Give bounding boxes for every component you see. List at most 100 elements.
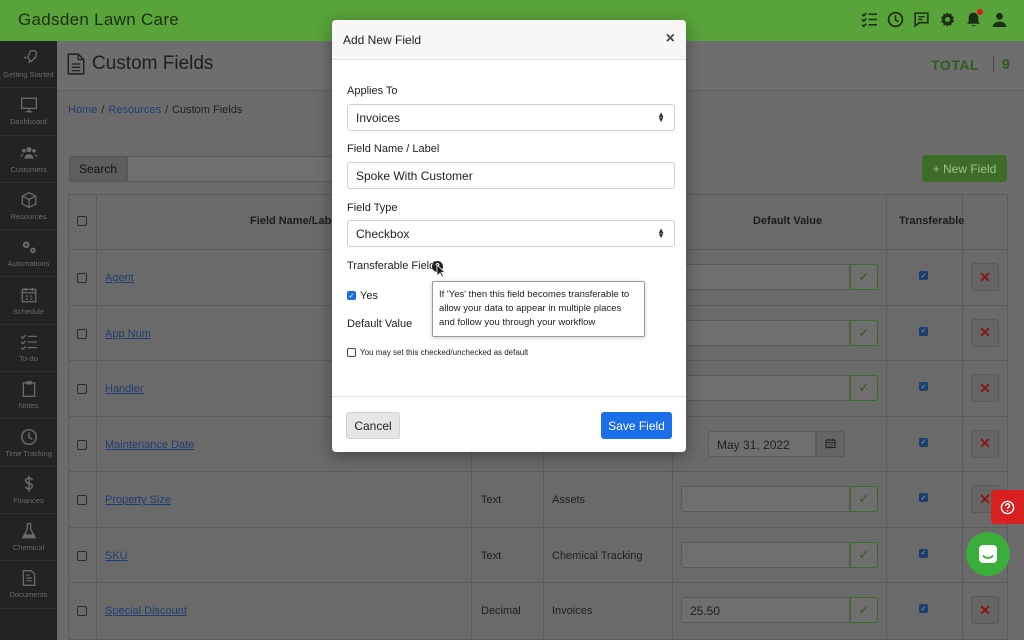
sidebar-item-notes[interactable]: Notes (0, 372, 57, 420)
row-checkbox[interactable] (77, 328, 87, 339)
save-value-button[interactable]: ✓ (850, 375, 878, 401)
flask-icon (21, 523, 36, 539)
field-name-input[interactable]: Spoke With Customer (347, 162, 675, 189)
search-input[interactable] (127, 156, 347, 182)
applies-to-select[interactable]: Invoices ▲ ▼ (347, 104, 675, 131)
field-name-link[interactable]: SKU (105, 550, 128, 562)
search-button[interactable]: Search (69, 156, 127, 182)
delete-button[interactable]: ✕ (971, 374, 999, 402)
help-tab[interactable] (991, 490, 1024, 524)
header-default-value[interactable]: Default Value (753, 215, 822, 227)
sidebar-item-resources[interactable]: Resources (0, 183, 57, 231)
gear-icon[interactable] (938, 10, 956, 28)
default-value-label: Default Value (347, 318, 413, 330)
close-icon: ✕ (979, 324, 991, 340)
field-type: Text (481, 549, 502, 562)
sidebar-item-automations[interactable]: Automations (0, 230, 57, 278)
breadcrumb-home[interactable]: Home (68, 104, 97, 116)
check-icon: ✓ (858, 491, 870, 506)
row-checkbox[interactable] (77, 273, 87, 283)
default-value-input[interactable] (681, 375, 850, 401)
row-checkbox[interactable] (77, 439, 87, 450)
default-value-input[interactable] (681, 541, 850, 568)
clock-icon[interactable] (886, 10, 904, 28)
save-value-button[interactable]: ✓ (850, 597, 878, 623)
row-checkbox[interactable] (77, 495, 87, 505)
save-value-button[interactable]: ✓ (850, 541, 878, 568)
default-value-input[interactable] (681, 264, 850, 290)
sidebar-item-dashboard[interactable]: Dashboard (0, 88, 57, 136)
transferable-checkbox[interactable]: ✓ (919, 271, 928, 280)
transferable-checkbox[interactable]: ✓ (919, 604, 928, 613)
sidebar-item-documents[interactable]: Documents (0, 561, 57, 609)
default-value-input[interactable]: 25.50 (681, 597, 850, 623)
gears-icon (22, 241, 36, 254)
save-value-button[interactable]: ✓ (850, 264, 878, 290)
header-transferable[interactable]: Transferable (899, 215, 964, 227)
applies-to: Assets (552, 494, 586, 506)
close-icon: ✕ (979, 490, 991, 507)
transferable-yes-checkbox[interactable]: ✓ (347, 291, 356, 300)
delete-button[interactable]: ✕ (971, 596, 999, 624)
select-caret-icon: ▲ ▼ (657, 226, 665, 240)
transferable-checkbox[interactable]: ✓ (919, 382, 928, 391)
close-icon: ✕ (979, 268, 991, 285)
field-name-link[interactable]: App Num (105, 328, 151, 340)
transferable-label: Transferable Field (347, 260, 436, 272)
save-field-button[interactable]: Save Field (601, 412, 672, 439)
field-type-select[interactable]: Checkbox ▲ ▼ (347, 220, 675, 247)
delete-button[interactable]: ✕ (971, 263, 999, 291)
transferable-checkbox[interactable]: ✓ (919, 326, 928, 336)
select-caret-icon: ▲ ▼ (657, 110, 665, 124)
transferable-checkbox[interactable]: ✓ (919, 493, 928, 502)
check-icon: ✓ (858, 380, 870, 395)
default-value-checkbox[interactable] (347, 348, 356, 357)
field-name-link[interactable]: Handler (105, 383, 144, 395)
new-field-button[interactable]: + New Field (922, 155, 1007, 182)
field-name-link[interactable]: Property Size (105, 494, 171, 506)
transferable-checkbox[interactable]: ✓ (919, 548, 928, 558)
page-title: Custom Fields (92, 53, 214, 74)
bell-icon[interactable] (964, 9, 983, 28)
close-icon: ✕ (979, 601, 991, 618)
sidebar-item-schedule[interactable]: Schedule (0, 277, 57, 325)
table-row: SKU Text Chemical Tracking ✓ ✓ ✕ (69, 526, 1009, 583)
message-icon[interactable] (912, 10, 930, 28)
sidebar-item-time-tracking[interactable]: Time Tracking (0, 419, 57, 467)
chat-button[interactable] (966, 532, 1010, 576)
save-value-button[interactable]: ✓ (850, 319, 878, 346)
sidebar-item-getting-started[interactable]: Getting Started (0, 41, 57, 89)
dollar-icon (24, 475, 33, 492)
row-checkbox[interactable] (77, 606, 87, 616)
default-date-input[interactable]: May 31, 2022 (708, 430, 816, 457)
cancel-button[interactable]: Cancel (346, 412, 400, 439)
sidebar-item-chemical[interactable]: Chemical (0, 514, 57, 562)
sidebar-item-customers[interactable]: Customers (0, 136, 57, 183)
field-name-link[interactable]: Special Discount (105, 605, 187, 617)
select-all-checkbox[interactable] (77, 216, 87, 226)
save-value-button[interactable]: ✓ (850, 486, 878, 512)
breadcrumb: Home / Resources / Custom Fields (68, 104, 242, 116)
delete-button[interactable]: ✕ (971, 318, 999, 347)
transferable-tooltip: If 'Yes' then this field becomes transfe… (432, 281, 645, 337)
header-field-name[interactable]: Field Name/Label (250, 215, 340, 227)
breadcrumb-current: Custom Fields (172, 104, 243, 116)
row-checkbox[interactable] (77, 384, 87, 394)
applies-to-value: Invoices (356, 111, 401, 125)
user-icon[interactable] (990, 10, 1008, 28)
default-value-input[interactable] (681, 486, 850, 512)
calendar-button[interactable] (816, 430, 845, 457)
field-name-link[interactable]: Maintenance Date (105, 439, 194, 451)
field-name-link[interactable]: Agent (105, 272, 134, 284)
row-checkbox[interactable] (77, 550, 87, 561)
breadcrumb-resources[interactable]: Resources (108, 104, 161, 116)
transferable-yes-label[interactable]: Yes (360, 290, 378, 302)
sidebar-item-finances[interactable]: Finances (0, 467, 57, 514)
close-icon[interactable]: × (666, 31, 675, 47)
transferable-checkbox[interactable]: ✓ (919, 437, 928, 447)
close-icon: ✕ (979, 379, 991, 396)
default-value-input[interactable] (681, 319, 850, 346)
tasks-icon[interactable] (860, 10, 878, 28)
delete-button[interactable]: ✕ (971, 429, 999, 458)
sidebar-item-todo[interactable]: To-do (0, 325, 57, 373)
